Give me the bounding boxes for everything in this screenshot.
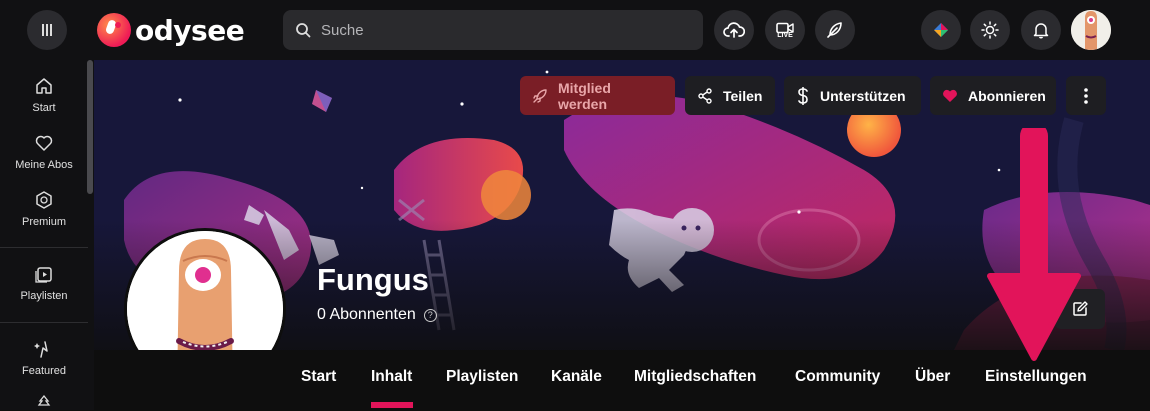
search-bar[interactable] — [283, 10, 703, 50]
active-tab-indicator — [371, 402, 413, 408]
tab-einstellungen[interactable]: Einstellungen — [985, 368, 1087, 386]
user-avatar-image — [1071, 10, 1111, 50]
tab-community[interactable]: Community — [795, 368, 880, 386]
more-vertical-icon — [1084, 87, 1088, 104]
share-label: Teilen — [723, 87, 763, 104]
sidebar-item-label: Meine Abos — [15, 159, 73, 171]
sidebar-item-label: Featured — [21, 365, 67, 377]
sidebar-item-meine-abos[interactable]: Meine Abos — [0, 133, 88, 171]
bell-icon — [1033, 23, 1049, 39]
logo-text: odysee — [135, 13, 245, 47]
top-header: odysee LIVE — [0, 0, 1150, 60]
cloud-upload-icon — [723, 22, 745, 38]
subscribe-button[interactable]: Abonnieren — [930, 76, 1056, 115]
wallet-button[interactable] — [921, 10, 961, 50]
sidebar-item-premium[interactable]: Premium — [0, 190, 88, 228]
tab-ueber[interactable]: Über — [915, 368, 950, 386]
playlist-icon — [35, 267, 52, 283]
sidebar-item-more[interactable] — [0, 395, 88, 411]
tab-playlisten[interactable]: Playlisten — [446, 368, 518, 386]
search-input[interactable] — [321, 21, 681, 39]
home-icon — [36, 78, 52, 94]
wallet-diamond-icon — [934, 23, 948, 37]
go-live-button[interactable]: LIVE — [765, 10, 805, 50]
publish-post-button[interactable] — [815, 10, 855, 50]
tab-mitgliedschaften[interactable]: Mitgliedschaften — [634, 368, 756, 386]
tab-start[interactable]: Start — [301, 368, 336, 386]
share-button[interactable]: Teilen — [685, 76, 775, 115]
sidebar-item-featured[interactable]: Featured — [0, 339, 88, 377]
more-options-button[interactable] — [1066, 76, 1106, 115]
upload-button[interactable] — [714, 10, 754, 50]
tab-inhalt[interactable]: Inhalt — [371, 368, 412, 386]
join-membership-button[interactable]: Mitglied werden — [520, 76, 675, 115]
sidebar-item-start[interactable]: Start — [0, 76, 88, 114]
dollar-icon — [796, 86, 810, 105]
premium-icon — [36, 191, 52, 209]
subscriber-count: 0 Abonnenten ? — [317, 306, 437, 324]
feather-icon — [827, 22, 842, 38]
theme-toggle-button[interactable] — [970, 10, 1010, 50]
sidebar-divider — [0, 322, 88, 323]
sidebar-item-playlisten[interactable]: Playlisten — [0, 264, 88, 302]
heart-icon — [35, 135, 53, 151]
tree-icon — [37, 395, 51, 406]
tab-kanaele[interactable]: Kanäle — [551, 368, 602, 386]
search-icon — [296, 23, 311, 38]
sidebar-divider — [0, 247, 88, 248]
live-label: LIVE — [777, 31, 793, 39]
annotation-arrow — [987, 128, 1081, 361]
user-avatar[interactable] — [1071, 10, 1111, 50]
odysee-logo[interactable]: odysee — [97, 12, 245, 48]
odysee-logo-icon — [97, 13, 131, 47]
subscribe-label: Abonnieren — [968, 87, 1046, 104]
menu-button[interactable] — [27, 10, 67, 50]
support-label: Unterstützen — [820, 87, 906, 104]
sidebar-item-label: Premium — [21, 216, 66, 228]
help-icon[interactable]: ? — [423, 308, 437, 322]
support-button[interactable]: Unterstützen — [784, 76, 921, 115]
rocket-icon — [532, 88, 548, 104]
menu-icon — [42, 24, 52, 36]
sidebar-item-label: Playlisten — [20, 290, 68, 302]
notifications-button[interactable] — [1021, 10, 1061, 50]
share-icon — [697, 87, 713, 104]
heart-filled-icon — [942, 89, 958, 103]
channel-name: Fungus — [317, 262, 429, 297]
join-membership-label: Mitglied werden — [558, 79, 611, 112]
sidebar-item-label: Start — [32, 102, 56, 114]
featured-icon — [34, 341, 48, 358]
subscriber-count-text: 0 Abonnenten — [317, 306, 416, 323]
sun-icon — [981, 21, 999, 39]
